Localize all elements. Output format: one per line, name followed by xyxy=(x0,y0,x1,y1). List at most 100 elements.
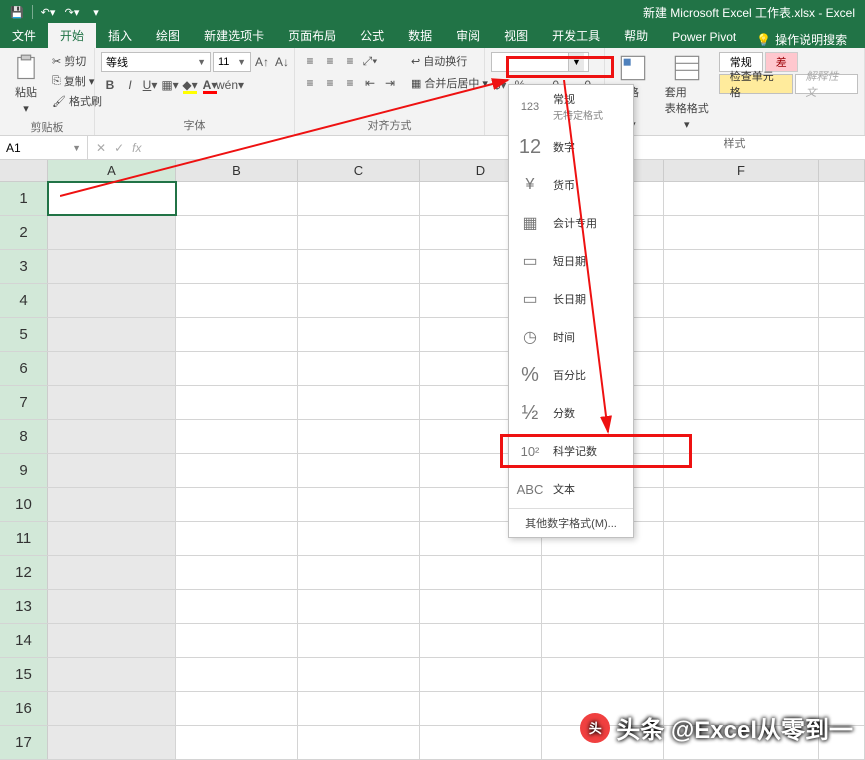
cell[interactable] xyxy=(664,658,819,691)
cell[interactable] xyxy=(420,556,542,589)
format-option-分数[interactable]: ½分数 xyxy=(509,394,633,432)
cell[interactable] xyxy=(819,420,865,453)
cell[interactable] xyxy=(542,590,664,623)
align-bottom-button[interactable]: ≡ xyxy=(341,52,359,70)
row-header[interactable]: 14 xyxy=(0,624,48,657)
insert-function-button[interactable]: fx xyxy=(132,141,141,155)
cell[interactable] xyxy=(176,182,298,215)
cell[interactable] xyxy=(420,658,542,691)
cell[interactable] xyxy=(176,726,298,759)
cell[interactable] xyxy=(819,182,865,215)
cell[interactable] xyxy=(819,624,865,657)
cell[interactable] xyxy=(819,216,865,249)
cell[interactable] xyxy=(176,386,298,419)
cell[interactable] xyxy=(819,590,865,623)
tab-draw[interactable]: 绘图 xyxy=(144,23,192,48)
cell[interactable] xyxy=(664,556,819,589)
more-number-formats[interactable]: 其他数字格式(M)... xyxy=(509,508,633,537)
align-top-button[interactable]: ≡ xyxy=(301,52,319,70)
cell[interactable] xyxy=(420,726,542,759)
merge-center-button[interactable]: ▦合并后居中▾ xyxy=(409,74,490,92)
font-name-combo[interactable]: 等线▼ xyxy=(101,52,211,72)
tab-powerpivot[interactable]: Power Pivot xyxy=(660,26,748,48)
cancel-formula-button[interactable]: ✕ xyxy=(96,141,106,155)
cell[interactable] xyxy=(664,182,819,215)
cell[interactable] xyxy=(48,420,176,453)
cell[interactable] xyxy=(176,692,298,725)
orientation-button[interactable]: ⤢▾ xyxy=(361,52,379,70)
cell[interactable] xyxy=(48,386,176,419)
row-header[interactable]: 16 xyxy=(0,692,48,725)
cell[interactable] xyxy=(664,590,819,623)
row-header[interactable]: 6 xyxy=(0,352,48,385)
save-button[interactable]: 💾 xyxy=(8,3,26,21)
tab-insert[interactable]: 插入 xyxy=(96,23,144,48)
cell[interactable] xyxy=(420,624,542,657)
cell[interactable] xyxy=(664,488,819,521)
col-header-C[interactable]: C xyxy=(298,160,420,181)
cell[interactable] xyxy=(542,624,664,657)
cell[interactable] xyxy=(664,454,819,487)
style-explanatory[interactable]: 解释性文 xyxy=(795,74,858,94)
align-left-button[interactable]: ≡ xyxy=(301,74,319,92)
tab-developer[interactable]: 开发工具 xyxy=(540,23,612,48)
cell[interactable] xyxy=(176,420,298,453)
worksheet-grid[interactable]: A B C D F 1234567891011121314151617 xyxy=(0,160,865,760)
cell[interactable] xyxy=(664,624,819,657)
col-header-B[interactable]: B xyxy=(176,160,298,181)
cell[interactable] xyxy=(298,624,420,657)
format-option-科学记数[interactable]: 10²科学记数 xyxy=(509,432,633,470)
row-header[interactable]: 11 xyxy=(0,522,48,555)
cell[interactable] xyxy=(542,658,664,691)
number-format-combo[interactable]: ▼ xyxy=(491,52,589,72)
format-option-长日期[interactable]: ▭长日期 xyxy=(509,280,633,318)
cell[interactable] xyxy=(420,590,542,623)
cell[interactable] xyxy=(176,352,298,385)
cell[interactable] xyxy=(298,590,420,623)
cell[interactable] xyxy=(819,454,865,487)
row-header[interactable]: 4 xyxy=(0,284,48,317)
cell[interactable] xyxy=(298,420,420,453)
cell[interactable] xyxy=(298,488,420,521)
format-option-短日期[interactable]: ▭短日期 xyxy=(509,242,633,280)
cell[interactable] xyxy=(298,284,420,317)
underline-button[interactable]: U▾ xyxy=(141,76,159,94)
row-header[interactable]: 15 xyxy=(0,658,48,691)
row-header[interactable]: 1 xyxy=(0,182,48,215)
paste-button[interactable]: 粘贴▾ xyxy=(6,52,46,117)
cell[interactable] xyxy=(48,692,176,725)
select-all-corner[interactable] xyxy=(0,160,48,181)
cell[interactable] xyxy=(48,726,176,759)
cell[interactable] xyxy=(176,318,298,351)
cell[interactable] xyxy=(48,590,176,623)
row-header[interactable]: 8 xyxy=(0,420,48,453)
cell[interactable] xyxy=(48,182,176,215)
cell[interactable] xyxy=(664,420,819,453)
font-color-button[interactable]: A▾ xyxy=(201,76,219,94)
phonetic-button[interactable]: wén▾ xyxy=(221,76,239,94)
tab-review[interactable]: 审阅 xyxy=(444,23,492,48)
cell[interactable] xyxy=(664,522,819,555)
tab-file[interactable]: 文件 xyxy=(0,23,48,48)
cell[interactable] xyxy=(298,658,420,691)
tab-view[interactable]: 视图 xyxy=(492,23,540,48)
qat-customize[interactable]: ▾ xyxy=(87,3,105,21)
cell[interactable] xyxy=(176,488,298,521)
cell[interactable] xyxy=(48,216,176,249)
cell[interactable] xyxy=(176,454,298,487)
row-header[interactable]: 10 xyxy=(0,488,48,521)
tab-data[interactable]: 数据 xyxy=(396,23,444,48)
cell[interactable] xyxy=(819,488,865,521)
cell[interactable] xyxy=(48,284,176,317)
format-option-会计专用[interactable]: ▦会计专用 xyxy=(509,204,633,242)
border-button[interactable]: ▦▾ xyxy=(161,76,179,94)
cell[interactable] xyxy=(298,250,420,283)
format-as-table-button[interactable]: 套用 表格格式▾ xyxy=(659,52,715,133)
row-header[interactable]: 12 xyxy=(0,556,48,589)
tell-me-search[interactable]: 💡 操作说明搜索 xyxy=(748,31,855,48)
cell[interactable] xyxy=(664,284,819,317)
font-size-combo[interactable]: 11▼ xyxy=(213,52,251,72)
enter-formula-button[interactable]: ✓ xyxy=(114,141,124,155)
wrap-text-button[interactable]: ↩自动换行 xyxy=(409,52,490,70)
align-center-button[interactable]: ≡ xyxy=(321,74,339,92)
